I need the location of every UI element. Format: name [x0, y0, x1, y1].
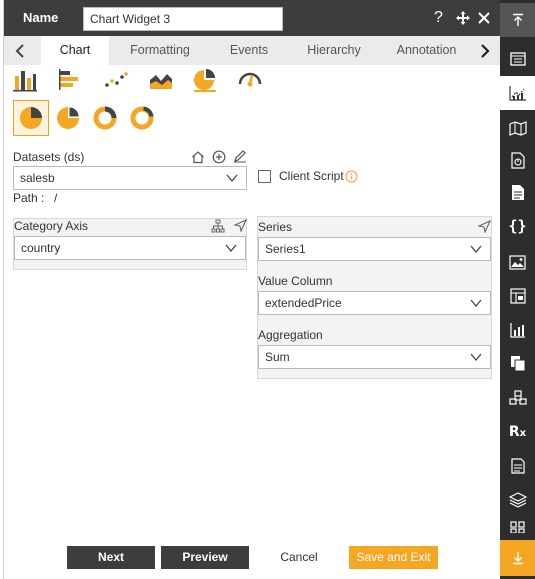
aggregation-label: Aggregation [258, 328, 323, 342]
pie-chart-icon[interactable] [192, 68, 220, 94]
properties-panel: Name ? Chart Formatting Events Hierarchy… [3, 0, 501, 579]
preview-button[interactable]: Preview [161, 546, 249, 569]
pie-icon[interactable] [13, 100, 49, 136]
series-value: Series1 [265, 242, 306, 256]
chart-icon[interactable] [500, 76, 535, 110]
save-and-exit-button[interactable]: Save and Exit [349, 546, 438, 569]
chart-widget-dialog: Name ? Chart Formatting Events Hierarchy… [0, 0, 535, 579]
tab-annotation[interactable]: Annotation [384, 36, 469, 65]
category-axis-value: country [21, 241, 61, 255]
close-icon[interactable] [477, 8, 491, 31]
scroll-bottom-icon[interactable] [500, 540, 535, 576]
cancel-button[interactable]: Cancel [255, 546, 343, 569]
document-icon[interactable] [500, 176, 535, 208]
help-icon[interactable]: ? [434, 8, 443, 28]
client-script-label: Client Script [279, 169, 344, 183]
widget-icon[interactable] [500, 43, 535, 75]
semi-pie-icon[interactable] [50, 100, 86, 136]
chevron-down-icon [470, 353, 482, 362]
right-toolbar: {} Rx [500, 0, 535, 579]
datasets-select[interactable]: salesb [13, 166, 247, 190]
widget-name-input[interactable] [83, 7, 283, 31]
table-icon[interactable] [500, 280, 535, 312]
path-label: Path : [13, 191, 45, 205]
semi-donut-icon[interactable] [124, 100, 160, 136]
scroll-top-icon[interactable] [500, 3, 535, 37]
chevron-down-icon [226, 174, 238, 183]
tab-chart[interactable]: Chart [41, 36, 109, 65]
navigate-icon[interactable] [477, 219, 492, 234]
value-column-select[interactable]: extendedPrice [258, 291, 491, 315]
name-label: Name [23, 10, 59, 25]
rx-icon[interactable]: Rx [500, 416, 535, 448]
series-label: Series [258, 220, 293, 234]
datasets-label: Datasets (ds) [13, 150, 85, 164]
navigate-icon[interactable] [233, 218, 248, 233]
copy-icon[interactable] [500, 347, 535, 379]
value-column-label: Value Column [258, 274, 333, 288]
tab-events[interactable]: Events [214, 36, 284, 65]
aggregation-value: Sum [265, 350, 290, 364]
tab-formatting[interactable]: Formatting [114, 36, 206, 65]
aggregation-select[interactable]: Sum [258, 345, 491, 369]
tabs-prev-icon[interactable] [6, 36, 34, 65]
map-icon[interactable] [500, 112, 535, 144]
edit-icon[interactable] [233, 149, 247, 163]
cubes-icon[interactable] [500, 382, 535, 414]
category-axis-label: Category Axis [14, 219, 89, 233]
horizontal-bar-chart-icon[interactable] [56, 68, 84, 94]
bar-widget-icon[interactable] [500, 314, 535, 346]
form-icon[interactable] [500, 450, 535, 482]
gauge-chart-icon[interactable] [237, 68, 265, 94]
tab-bar: Chart Formatting Events Hierarchy Annota… [4, 36, 501, 65]
add-circle-icon[interactable] [212, 150, 226, 164]
panel-header: Name ? [4, 0, 501, 36]
chevron-down-icon [470, 245, 482, 254]
category-axis-select[interactable]: country [14, 236, 246, 260]
image-icon[interactable] [500, 246, 535, 278]
series-select[interactable]: Series1 [258, 237, 491, 261]
hierarchy-icon[interactable] [211, 219, 225, 233]
area-chart-icon[interactable] [148, 68, 176, 94]
tabs-next-icon[interactable] [471, 36, 499, 65]
bar-chart-icon[interactable] [12, 68, 40, 94]
grid-icon[interactable] [500, 516, 535, 538]
chart-type-row [4, 66, 501, 96]
scatter-chart-icon[interactable] [103, 68, 131, 94]
move-icon[interactable] [455, 8, 471, 32]
chevron-down-icon [470, 299, 482, 308]
layers-icon[interactable] [500, 484, 535, 516]
footer-buttons: Next Preview Cancel Save and Exit [4, 546, 501, 570]
tab-hierarchy[interactable]: Hierarchy [294, 36, 374, 65]
document-chart-icon[interactable] [500, 144, 535, 176]
value-column-value: extendedPrice [265, 296, 342, 310]
donut-icon[interactable] [87, 100, 123, 136]
next-button[interactable]: Next [67, 546, 155, 569]
info-icon[interactable] [345, 170, 359, 184]
code-icon[interactable]: {} [500, 210, 535, 242]
client-script-checkbox[interactable] [258, 170, 271, 183]
path-value: / [54, 191, 58, 205]
datasets-value: salesb [20, 171, 55, 185]
chevron-down-icon [225, 244, 237, 253]
home-icon[interactable] [191, 150, 205, 164]
